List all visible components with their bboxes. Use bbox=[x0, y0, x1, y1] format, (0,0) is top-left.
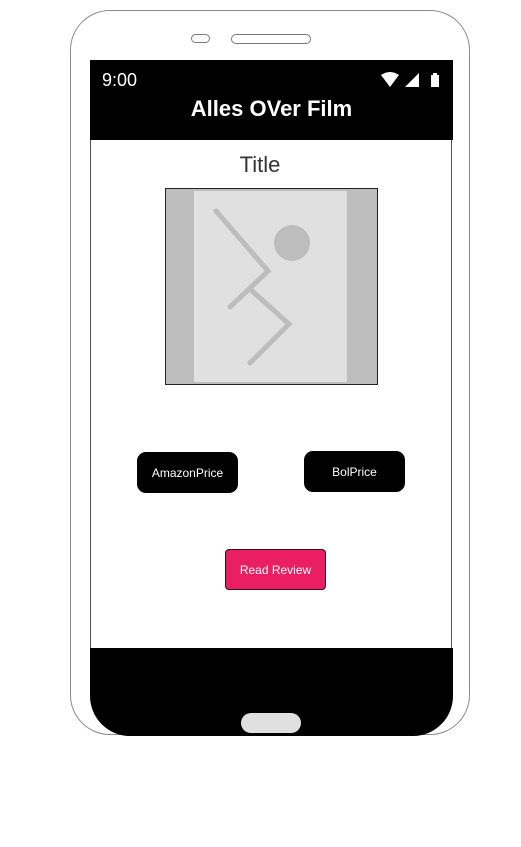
battery-icon bbox=[431, 73, 439, 87]
status-icons bbox=[381, 72, 439, 87]
read-review-label: Read Review bbox=[239, 562, 312, 577]
bol-price-button[interactable]: BolPrice bbox=[304, 451, 405, 492]
home-button[interactable] bbox=[241, 713, 301, 733]
amazon-price-button[interactable]: AmazonPrice bbox=[137, 452, 238, 493]
bol-price-label: BolPrice bbox=[332, 464, 377, 479]
app-bar: 9:00 Alles OVer Film bbox=[90, 60, 453, 140]
app-title: Alles OVer Film bbox=[190, 96, 353, 121]
image-placeholder bbox=[165, 188, 378, 385]
page-title: Title bbox=[239, 152, 281, 177]
read-review-button[interactable]: Read Review bbox=[225, 549, 326, 590]
speaker-grille bbox=[231, 34, 311, 44]
status-time: 9:00 bbox=[102, 70, 138, 90]
image-icon bbox=[166, 189, 377, 384]
front-camera bbox=[191, 34, 210, 43]
wifi-icon bbox=[381, 72, 399, 87]
amazon-price-label: AmazonPrice bbox=[151, 465, 224, 480]
signal-icon bbox=[405, 73, 419, 87]
